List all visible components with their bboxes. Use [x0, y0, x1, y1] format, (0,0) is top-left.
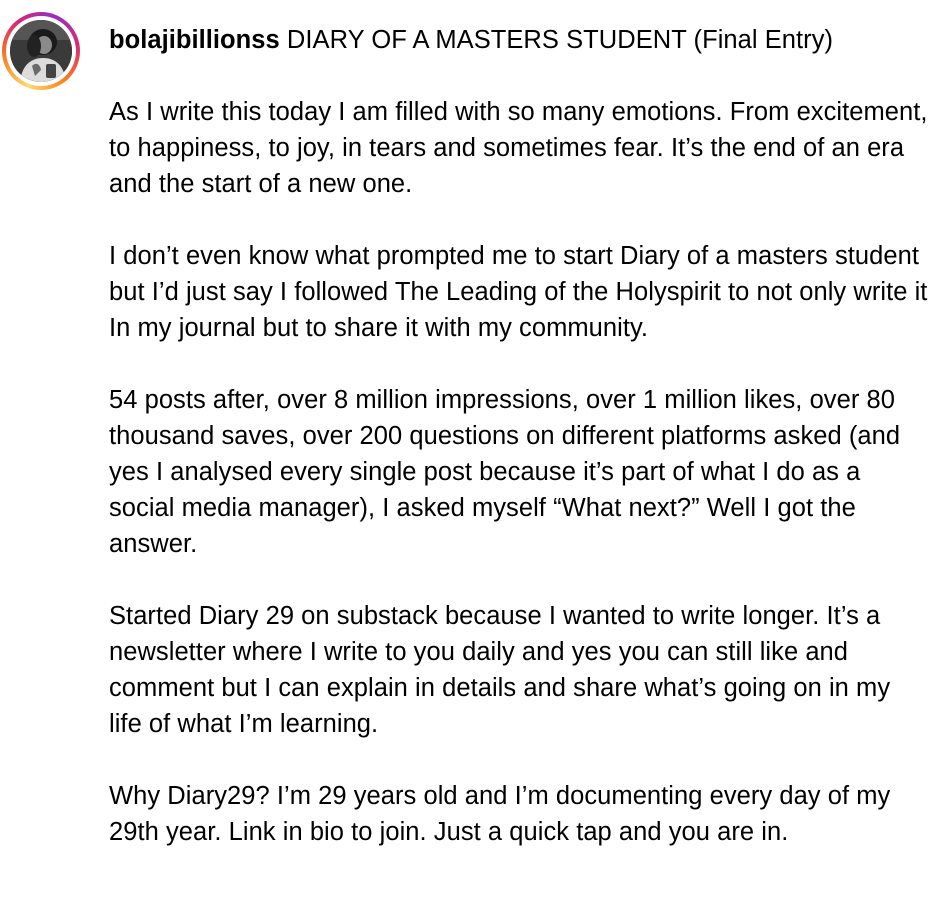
- avatar-gap: [6, 16, 76, 86]
- caption-paragraph: 54 posts after, over 8 million impressio…: [109, 386, 901, 558]
- caption-text: bolajibillionss DIARY OF A MASTERS STUDE…: [109, 22, 929, 850]
- profile-photo-icon: [10, 20, 72, 82]
- avatar[interactable]: [10, 20, 72, 82]
- caption-header: bolajibillionss DIARY OF A MASTERS STUDE…: [109, 22, 929, 58]
- story-ring[interactable]: [2, 12, 80, 90]
- caption-paragraph: As I write this today I am filled with s…: [109, 98, 928, 198]
- caption-paragraph: Why Diary29? I’m 29 years old and I’m do…: [109, 782, 891, 846]
- username-link[interactable]: bolajibillionss: [109, 26, 280, 54]
- caption-paragraph: Started Diary 29 on substack because I w…: [109, 602, 891, 738]
- post-title: DIARY OF A MASTERS STUDENT (Final Entry): [286, 26, 834, 54]
- caption-paragraph: I don’t even know what prompted me to st…: [109, 242, 928, 342]
- instagram-post-caption: bolajibillionss DIARY OF A MASTERS STUDE…: [0, 0, 944, 924]
